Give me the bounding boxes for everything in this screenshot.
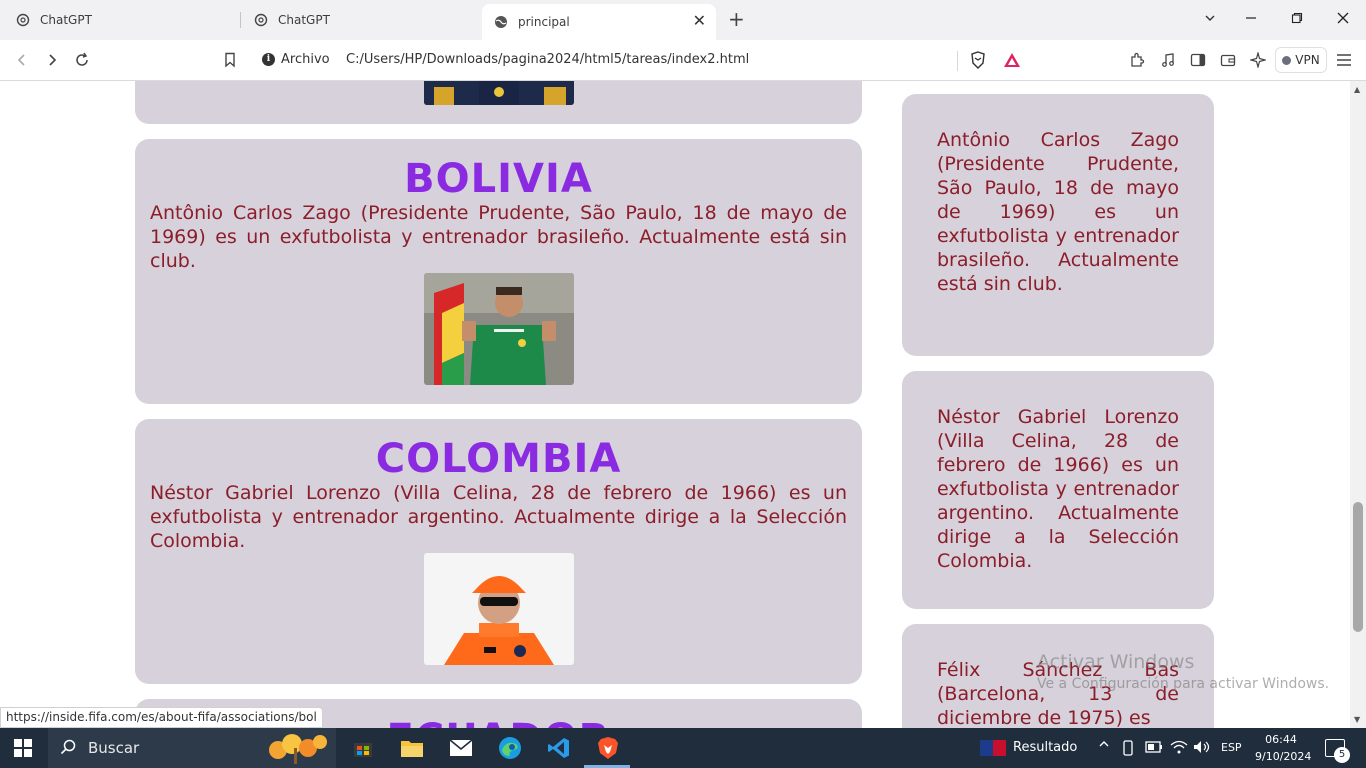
sidebar-icon[interactable] bbox=[1188, 50, 1208, 70]
tab-title: ChatGPT bbox=[40, 13, 92, 27]
clock-date: 9/10/2024 bbox=[1255, 750, 1312, 763]
tab-search-chevron-icon[interactable] bbox=[1204, 10, 1216, 28]
back-icon[interactable] bbox=[12, 50, 32, 70]
windows-start-icon[interactable] bbox=[14, 739, 32, 757]
vscode-icon[interactable] bbox=[545, 734, 573, 762]
wifi-icon[interactable] bbox=[1170, 740, 1188, 758]
origin-label: Archivo bbox=[281, 52, 330, 67]
brave-rewards-icon[interactable] bbox=[1002, 50, 1022, 70]
divider bbox=[957, 51, 958, 71]
url-text[interactable]: C:/Users/HP/Downloads/pagina2024/html5/t… bbox=[346, 52, 749, 67]
restore-icon[interactable] bbox=[1291, 10, 1303, 28]
browser-toolbar: i Archivo C:/Users/HP/Downloads/pagina20… bbox=[0, 40, 1366, 81]
tab-separator bbox=[240, 12, 241, 28]
microsoft-store-icon[interactable] bbox=[349, 734, 377, 762]
link-status-bar: https://inside.fifa.com/es/about-fifa/as… bbox=[0, 707, 323, 728]
minimize-icon[interactable] bbox=[1245, 10, 1257, 28]
country-card-colombia: COLOMBIA Néstor Gabriel Lorenzo (Villa C… bbox=[135, 419, 862, 684]
page-scrollbar[interactable]: ▲ ▼ bbox=[1350, 81, 1366, 728]
menu-icon[interactable] bbox=[1334, 50, 1354, 70]
bookmark-icon[interactable] bbox=[220, 50, 240, 70]
country-title: BOLIVIA bbox=[404, 156, 593, 202]
volume-icon[interactable] bbox=[1193, 740, 1211, 758]
tab-principal[interactable]: principal ✕ bbox=[482, 4, 716, 40]
media-music-icon[interactable] bbox=[1158, 50, 1178, 70]
clock-time: 06:44 bbox=[1265, 733, 1297, 746]
tab-chatgpt-1[interactable]: ChatGPT bbox=[16, 0, 240, 40]
coach-photo-bolivia[interactable] bbox=[424, 273, 574, 385]
side-card-bolivia: Antônio Carlos Zago (Presidente Prudente… bbox=[902, 94, 1214, 356]
forward-icon[interactable] bbox=[42, 50, 62, 70]
device-icon[interactable] bbox=[1121, 740, 1135, 760]
tab-strip: ChatGPT ChatGPT principal ✕ + bbox=[0, 0, 1366, 40]
tab-title: ChatGPT bbox=[278, 13, 330, 27]
vpn-label: VPN bbox=[1295, 53, 1320, 67]
file-explorer-icon[interactable] bbox=[398, 734, 426, 762]
close-window-icon[interactable] bbox=[1337, 10, 1349, 28]
taskbar-search[interactable]: Buscar bbox=[48, 728, 336, 768]
address-bar[interactable]: i Archivo C:/Users/HP/Downloads/pagina20… bbox=[252, 44, 1042, 76]
tab-chatgpt-2[interactable]: ChatGPT bbox=[254, 0, 478, 40]
country-title: COLOMBIA bbox=[375, 436, 622, 482]
scroll-up-icon[interactable]: ▲ bbox=[1354, 85, 1360, 94]
clock[interactable]: 06:44 9/10/2024 bbox=[1255, 731, 1312, 765]
wallet-icon[interactable] bbox=[1218, 50, 1238, 70]
coach-description: Néstor Gabriel Lorenzo (Villa Celina, 28… bbox=[150, 482, 847, 552]
search-highlight-autumn-icon bbox=[262, 730, 334, 768]
vpn-status-icon bbox=[1282, 55, 1292, 65]
close-icon[interactable]: ✕ bbox=[693, 13, 706, 29]
scroll-thumb[interactable] bbox=[1353, 502, 1363, 632]
new-tab-icon[interactable]: + bbox=[728, 9, 745, 29]
page-viewport: BOLIVIA Antônio Carlos Zago (Presidente … bbox=[0, 81, 1350, 728]
coach-photo-colombia[interactable] bbox=[424, 553, 574, 665]
country-card-bolivia: BOLIVIA Antônio Carlos Zago (Presidente … bbox=[135, 139, 862, 404]
brave-shields-icon[interactable] bbox=[968, 50, 988, 70]
leo-ai-icon[interactable] bbox=[1248, 50, 1268, 70]
coach-description: Antônio Carlos Zago (Presidente Prudente… bbox=[150, 202, 847, 272]
reload-icon[interactable] bbox=[72, 50, 92, 70]
edge-icon[interactable] bbox=[496, 734, 524, 762]
search-icon bbox=[60, 739, 76, 755]
globe-icon bbox=[494, 15, 508, 29]
mail-icon[interactable] bbox=[447, 734, 475, 762]
coach-photo-brasil[interactable] bbox=[424, 81, 574, 105]
tab-title: principal bbox=[518, 15, 570, 29]
activate-windows-subtitle: Ve a Configuración para activar Windows. bbox=[1037, 676, 1330, 692]
coach-description: Antônio Carlos Zago (Presidente Prudente… bbox=[937, 129, 1179, 295]
windows-taskbar: Buscar Resultado ESP 06:44 9/10/2024 5 bbox=[0, 728, 1366, 768]
info-icon[interactable]: i bbox=[262, 53, 275, 66]
vpn-button[interactable]: VPN bbox=[1275, 47, 1327, 73]
chevron-up-icon[interactable] bbox=[1098, 738, 1110, 754]
scroll-down-icon[interactable]: ▼ bbox=[1354, 715, 1360, 724]
notification-count-badge: 5 bbox=[1334, 747, 1350, 763]
openai-icon bbox=[16, 13, 30, 27]
coach-description: Néstor Gabriel Lorenzo (Villa Celina, 28… bbox=[937, 406, 1179, 572]
country-card-brasil bbox=[135, 81, 862, 124]
extensions-icon[interactable] bbox=[1127, 50, 1147, 70]
activate-windows-title: Activar Windows bbox=[1037, 651, 1195, 673]
battery-icon[interactable] bbox=[1145, 741, 1163, 757]
brave-browser-icon[interactable] bbox=[594, 734, 622, 762]
search-label: Buscar bbox=[88, 739, 140, 757]
news-result-label[interactable]: Resultado bbox=[1013, 740, 1077, 755]
mlb-icon bbox=[980, 740, 1006, 760]
side-card-colombia: Néstor Gabriel Lorenzo (Villa Celina, 28… bbox=[902, 371, 1214, 609]
language-indicator[interactable]: ESP bbox=[1221, 741, 1242, 754]
openai-icon bbox=[254, 13, 268, 27]
